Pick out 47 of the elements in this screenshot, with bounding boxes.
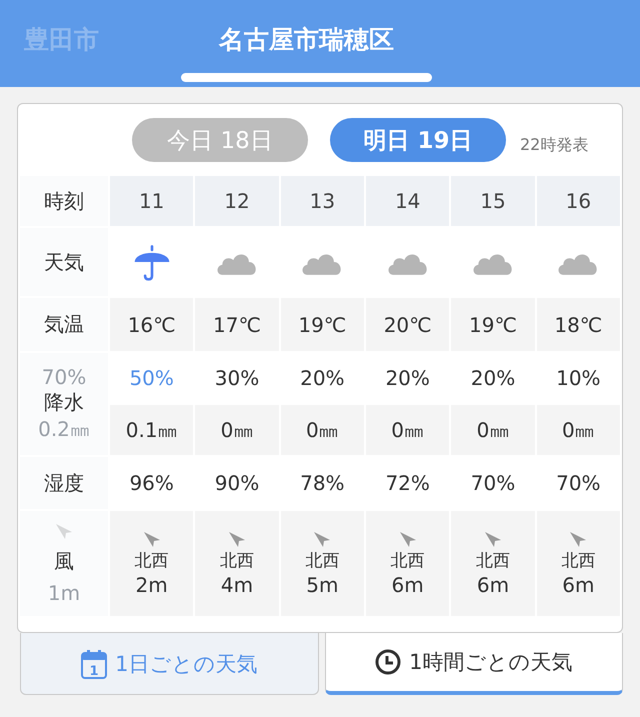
day-tab[interactable]: 今日 18日 [132, 118, 308, 162]
precip-amount-cell: 0㎜ [366, 405, 450, 455]
hour-cell: 12 [195, 176, 279, 226]
day-tab[interactable]: 明日 19日 [330, 118, 506, 162]
precip-amount-cell: 0㎜ [451, 405, 535, 455]
scrolled-value: 0.2㎜ [38, 416, 90, 443]
scrolled-value: 1m [48, 581, 80, 605]
calendar-icon: 1 [81, 648, 108, 678]
precip-amount-cell: 0㎜ [536, 405, 620, 455]
view-tab[interactable]: 1時間ごとの天気 [324, 633, 623, 695]
hour-cell: 14 [366, 176, 450, 226]
row-label: 降水 [44, 389, 84, 416]
row-label: 天気 [20, 228, 108, 296]
wind-speed: 4m [220, 574, 254, 597]
clock-icon [375, 647, 402, 677]
issued-time: 22時発表 [520, 134, 588, 156]
temperature-cell: 19℃ [280, 298, 364, 351]
wind-speed: 6m [392, 574, 424, 597]
wind-direction: 北西 [476, 552, 510, 572]
hour-cell: 11 [110, 176, 194, 226]
wind-speed: 6m [476, 574, 510, 597]
row-label: 時刻 [20, 176, 108, 226]
wind-speed: 2m [136, 574, 168, 597]
scrolled-value: 70% [42, 365, 86, 389]
hour-cell: 13 [280, 176, 364, 226]
row-label: 湿度 [20, 457, 108, 509]
temperature-cell: 18℃ [536, 298, 620, 351]
wind-direction: 北西 [305, 552, 340, 572]
wind-speed: 6m [562, 574, 594, 597]
location-tab[interactable]: 名古屋市瑞穂区 [199, 23, 414, 64]
row-label: 風 [54, 548, 74, 575]
wind-direction: 北西 [561, 552, 596, 572]
temperature-cell: 17℃ [195, 298, 279, 351]
wind-direction: 北西 [134, 552, 169, 572]
view-tab[interactable]: 1 1日ごとの天気 [20, 633, 318, 695]
precip-amount-cell: 0.1㎜ [110, 405, 194, 455]
hour-cell: 15 [451, 176, 535, 226]
wind-direction: 北西 [390, 552, 425, 572]
temperature-cell: 20℃ [366, 298, 450, 351]
temperature-cell: 19℃ [451, 298, 535, 351]
precip-amount-cell: 0㎜ [280, 405, 364, 455]
wind-direction: 北西 [220, 552, 254, 572]
hour-cell: 16 [536, 176, 620, 226]
wind-speed: 5m [306, 574, 338, 597]
precip-amount-cell: 0㎜ [195, 405, 279, 455]
row-label: 気温 [20, 298, 108, 351]
temperature-cell: 16℃ [110, 298, 194, 351]
